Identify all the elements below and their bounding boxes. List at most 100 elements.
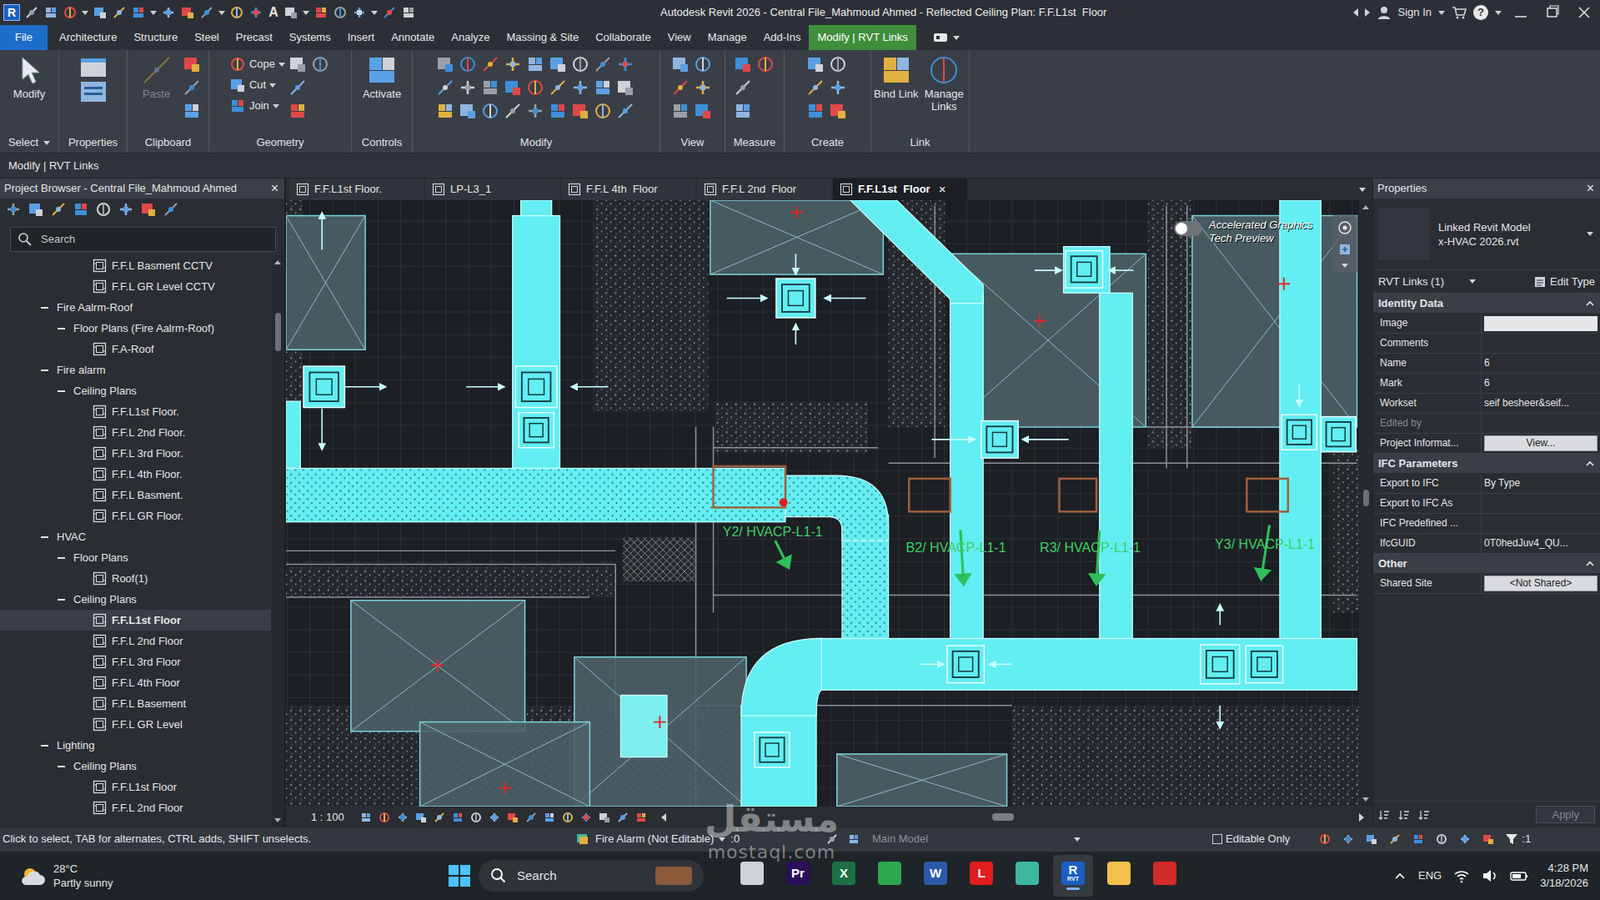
duct[interactable] — [512, 215, 561, 469]
sign-in-link[interactable]: Sign In — [1398, 5, 1432, 20]
close-button[interactable]: × — [269, 180, 281, 196]
property-value-cell[interactable] — [1481, 313, 1600, 333]
taskbar-app[interactable]: X — [823, 854, 864, 897]
ribbon-tab[interactable]: Modify | RVT Links — [808, 25, 916, 51]
tool-icon[interactable] — [548, 101, 567, 121]
tool-icon[interactable] — [548, 78, 567, 97]
scroll-thumb[interactable] — [992, 812, 1014, 821]
tool-icon[interactable] — [806, 78, 825, 97]
collapse-icon[interactable] — [1584, 558, 1595, 569]
expand-toggle[interactable] — [36, 300, 52, 316]
tool-icon[interactable] — [526, 78, 545, 97]
windows-start-icon[interactable] — [446, 862, 472, 888]
ceiling-panel[interactable] — [1192, 215, 1358, 427]
property-value-cell[interactable]: 6 — [1481, 373, 1600, 393]
collapse-icon[interactable] — [1584, 298, 1595, 309]
tool-icon[interactable] — [288, 101, 307, 121]
property-value[interactable]: 0T0hedJuv4_QU... — [1484, 536, 1569, 549]
diffuser[interactable] — [515, 366, 557, 407]
ribbon-tab[interactable]: Annotate — [382, 25, 443, 51]
tree-item[interactable]: Lighting — [0, 734, 271, 756]
tool-icon[interactable] — [593, 55, 612, 74]
worksharing-icon[interactable] — [825, 832, 839, 846]
view-control-icon[interactable] — [414, 810, 428, 824]
tool-icon[interactable] — [458, 55, 477, 74]
ribbon-tab[interactable]: File — [0, 25, 48, 51]
property-field[interactable] — [1484, 315, 1598, 332]
tool-icon[interactable] — [616, 78, 635, 97]
tool-icon[interactable] — [671, 101, 690, 121]
wifi-icon[interactable] — [1453, 867, 1470, 884]
ceiling-panel[interactable] — [420, 722, 591, 807]
ceiling-panel[interactable] — [574, 657, 747, 807]
taskbar-app[interactable] — [869, 854, 910, 897]
tree-item[interactable]: F.F.L GR Level — [0, 713, 271, 735]
tool-icon[interactable] — [288, 55, 307, 74]
tool-icon[interactable] — [733, 78, 753, 97]
view-tab[interactable]: F.F.L 2nd Floor — [697, 178, 832, 201]
diffuser[interactable] — [1281, 414, 1317, 450]
tool-icon[interactable] — [182, 78, 201, 97]
dropdown-caret[interactable] — [278, 62, 286, 67]
tool-icon[interactable] — [436, 78, 455, 97]
tree-item[interactable]: F.F.L 2nd Floor. — [0, 421, 271, 443]
tool-icon[interactable] — [828, 55, 848, 74]
toolbar-icon[interactable] — [229, 5, 245, 21]
ribbon-button[interactable]: Bind Link — [873, 55, 919, 101]
tool-icon[interactable] — [526, 55, 545, 74]
ribbon-tab[interactable]: View — [659, 25, 700, 51]
back-icon[interactable] — [1353, 8, 1359, 17]
tree-item[interactable]: F.F.L 3rd Floor — [0, 651, 271, 673]
ribbon-tab[interactable]: Massing & Site — [498, 25, 588, 51]
selection-tool-icon[interactable] — [1411, 832, 1425, 846]
tool-icon[interactable] — [503, 78, 522, 97]
selection-grip[interactable] — [779, 497, 788, 507]
user-icon[interactable] — [1376, 5, 1392, 21]
view-tab[interactable]: LP-L3_1 — [425, 178, 560, 201]
selection-tool-icon[interactable] — [1364, 832, 1379, 846]
diffuser[interactable] — [776, 278, 816, 318]
tool-icon[interactable] — [693, 55, 713, 74]
tool-icon[interactable] — [571, 101, 590, 121]
toolbar-icon[interactable] — [180, 5, 196, 21]
property-group-header[interactable]: Identity Data — [1373, 293, 1600, 314]
tag-label[interactable]: Y2/ HVACP-L1-1 — [722, 523, 823, 539]
battery-icon[interactable] — [1509, 867, 1529, 884]
property-value-cell[interactable]: 0T0hedJuv4_QU... — [1481, 533, 1600, 553]
cart-icon[interactable] — [1451, 5, 1467, 21]
browser-tool-icon[interactable] — [27, 200, 45, 218]
sort-icon[interactable] — [1398, 807, 1412, 822]
tool-icon[interactable] — [481, 101, 500, 121]
zoom-icon[interactable] — [1337, 241, 1353, 257]
toolbar-icon[interactable] — [43, 5, 59, 21]
tool-icon[interactable] — [693, 78, 713, 97]
equipment[interactable] — [1246, 478, 1288, 512]
filter-dropdown[interactable]: RVT Links (1) — [1378, 275, 1476, 289]
tool-icon[interactable] — [310, 55, 330, 74]
revit-logo[interactable]: R — [3, 4, 21, 21]
property-value-cell[interactable] — [1481, 513, 1600, 533]
taskbar-app[interactable]: Pr — [777, 854, 818, 897]
tool-icon[interactable] — [616, 55, 635, 74]
filter-indicator[interactable]: :1 — [1504, 832, 1531, 846]
dropdown-caret[interactable] — [272, 104, 280, 109]
tool-icon[interactable] — [436, 55, 455, 74]
scroll-left-icon[interactable] — [661, 812, 667, 822]
property-value[interactable]: By Type — [1484, 476, 1520, 489]
tool-icon[interactable] — [593, 101, 612, 121]
type-selector[interactable]: Linked Revit Modelx-HVAC 2026.rvt — [1373, 198, 1600, 271]
view-control-icon[interactable] — [561, 810, 575, 824]
tree-item[interactable]: F.A-Roof — [0, 338, 271, 360]
scroll-thumb[interactable] — [275, 312, 281, 352]
tree-item[interactable]: F.F.L 2nd Floor — [0, 630, 271, 652]
property-value-cell[interactable]: View... — [1481, 433, 1600, 453]
duct[interactable] — [950, 292, 984, 638]
view-tab[interactable]: F.F.L1st Floor× — [832, 178, 968, 201]
dropdown-caret[interactable] — [1586, 231, 1594, 236]
browser-tool-icon[interactable] — [5, 200, 22, 218]
taskbar-app[interactable]: L — [961, 854, 1002, 897]
toolbar-icon[interactable] — [283, 5, 299, 21]
dropdown-caret[interactable] — [81, 10, 89, 16]
duct-elbow[interactable] — [741, 637, 822, 716]
toolbar-icon[interactable] — [332, 5, 348, 21]
